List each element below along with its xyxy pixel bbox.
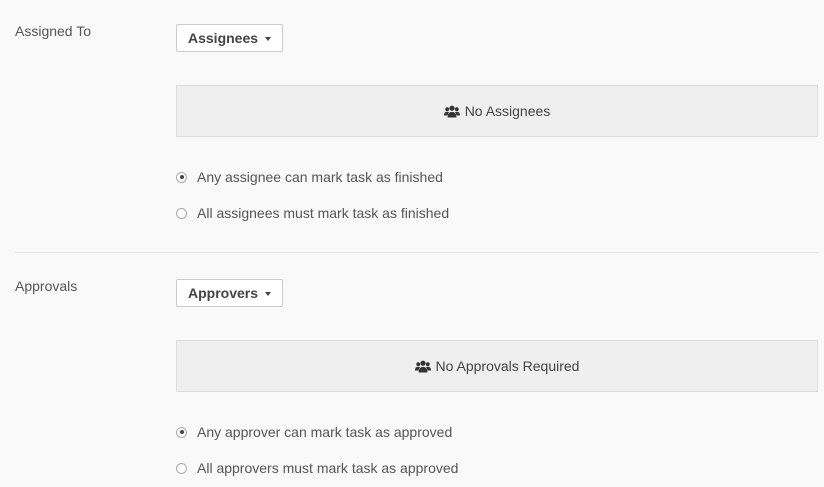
approvals-empty-panel: No Approvals Required	[176, 340, 818, 392]
any-approver-radio-option[interactable]: Any approver can mark task as approved	[176, 424, 452, 440]
section-divider	[15, 252, 818, 253]
assigned-to-label: Assigned To	[15, 23, 92, 39]
users-icon	[414, 360, 431, 372]
approvers-dropdown-label: Approvers	[188, 285, 259, 301]
any-assignee-radio-label: Any assignee can mark task as finished	[197, 169, 443, 185]
all-approvers-radio-option[interactable]: All approvers must mark task as approved	[176, 460, 458, 476]
any-approver-radio-label: Any approver can mark task as approved	[197, 424, 453, 440]
approvals-label: Approvals	[15, 278, 78, 294]
any-assignee-radio[interactable]	[176, 171, 187, 183]
all-approvers-radio-label: All approvers must mark task as approved	[197, 460, 459, 476]
assignees-dropdown-label: Assignees	[188, 30, 259, 46]
approvals-empty-text: No Approvals Required	[435, 358, 580, 374]
assignees-empty-text: No Assignees	[464, 103, 551, 119]
all-assignees-radio-option[interactable]: All assignees must mark task as finished	[176, 205, 449, 221]
all-approvers-radio[interactable]	[176, 462, 187, 474]
assignees-dropdown-button[interactable]: Assignees	[176, 24, 284, 52]
all-assignees-radio-label: All assignees must mark task as finished	[197, 205, 450, 221]
caret-down-icon	[265, 291, 272, 296]
any-assignee-radio-option[interactable]: Any assignee can mark task as finished	[176, 169, 443, 185]
all-assignees-radio[interactable]	[176, 207, 187, 219]
any-approver-radio[interactable]	[176, 426, 187, 438]
assignees-empty-panel: No Assignees	[176, 85, 818, 137]
users-icon	[443, 105, 460, 117]
approvers-dropdown-button[interactable]: Approvers	[176, 279, 284, 307]
caret-down-icon	[265, 36, 272, 41]
